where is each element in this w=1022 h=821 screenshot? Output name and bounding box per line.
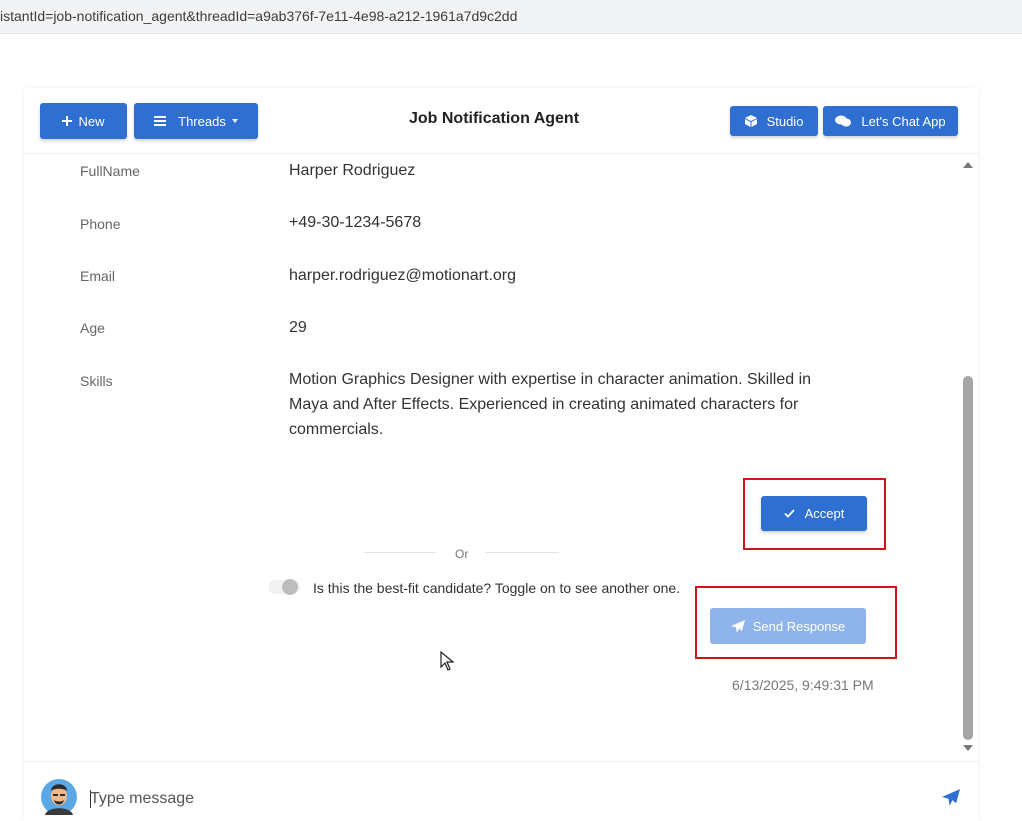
send-response-label: Send Response: [752, 618, 846, 634]
chat-bubbles-icon: [835, 115, 852, 127]
send-message-icon[interactable]: [942, 789, 960, 806]
scroll-up-arrow-icon[interactable]: [963, 162, 973, 168]
field-value-email: harper.rodriguez@motionart.org: [289, 267, 517, 284]
next-candidate-toggle[interactable]: [268, 579, 300, 595]
send-response-button[interactable]: Send Response: [710, 608, 866, 644]
scrollbar-thumb[interactable]: [963, 376, 973, 740]
divider-right: [485, 552, 559, 553]
message-timestamp: 6/13/2025, 9:49:31 PM: [732, 677, 874, 693]
message-composer: [24, 761, 978, 821]
message-input[interactable]: [90, 788, 890, 810]
paper-plane-icon: [730, 619, 745, 633]
caret-down-icon: [231, 119, 238, 123]
user-avatar: [41, 779, 77, 815]
field-label-email: Email: [80, 268, 116, 284]
or-separator: Or: [455, 547, 469, 561]
field-label-age: Age: [80, 320, 105, 336]
field-value-phone: +49-30-1234-5678: [289, 214, 422, 231]
message-scroll-area[interactable]: FullName Harper Rodriguez Phone +49-30-1…: [24, 154, 978, 761]
studio-label: Studio: [766, 113, 804, 129]
scroll-down-arrow-icon[interactable]: [963, 745, 973, 751]
threads-dropdown-button[interactable]: Threads: [134, 103, 258, 139]
lets-chat-app-button[interactable]: Let's Chat App: [823, 106, 958, 136]
check-icon: [783, 509, 795, 518]
divider-left: [364, 552, 436, 553]
threads-label: Threads: [178, 113, 226, 129]
chat-header: New Threads Job Notification Agent Studi…: [24, 88, 978, 154]
field-label-phone: Phone: [80, 216, 121, 232]
toggle-description: Is this the best-fit candidate? Toggle o…: [313, 580, 681, 596]
field-value-skills: Motion Graphics Designer with expertise …: [289, 371, 812, 438]
chat-panel: New Threads Job Notification Agent Studi…: [24, 88, 978, 821]
mouse-cursor-icon: [440, 651, 454, 671]
field-value-fullname: Harper Rodriguez: [289, 162, 416, 179]
toggle-knob: [282, 579, 298, 595]
cube-icon: [744, 115, 757, 127]
studio-button[interactable]: Studio: [730, 106, 818, 136]
new-thread-label: New: [78, 113, 105, 129]
plus-icon: [62, 116, 73, 126]
browser-url-bar[interactable]: istantId=job-notification_agent&threadId…: [0, 0, 1022, 34]
page-title: Job Notification Agent: [408, 110, 580, 127]
accept-label: Accept: [804, 506, 845, 521]
url-text: istantId=job-notification_agent&threadId…: [0, 8, 518, 24]
accept-button[interactable]: Accept: [761, 496, 867, 531]
field-label-skills: Skills: [80, 373, 113, 389]
field-value-age: 29: [289, 319, 307, 336]
new-thread-button[interactable]: New: [40, 103, 127, 139]
lets-chat-app-label: Let's Chat App: [861, 113, 946, 129]
field-label-fullname: FullName: [80, 163, 140, 179]
vertical-scrollbar[interactable]: [959, 154, 977, 761]
menu-icon: [154, 116, 167, 126]
